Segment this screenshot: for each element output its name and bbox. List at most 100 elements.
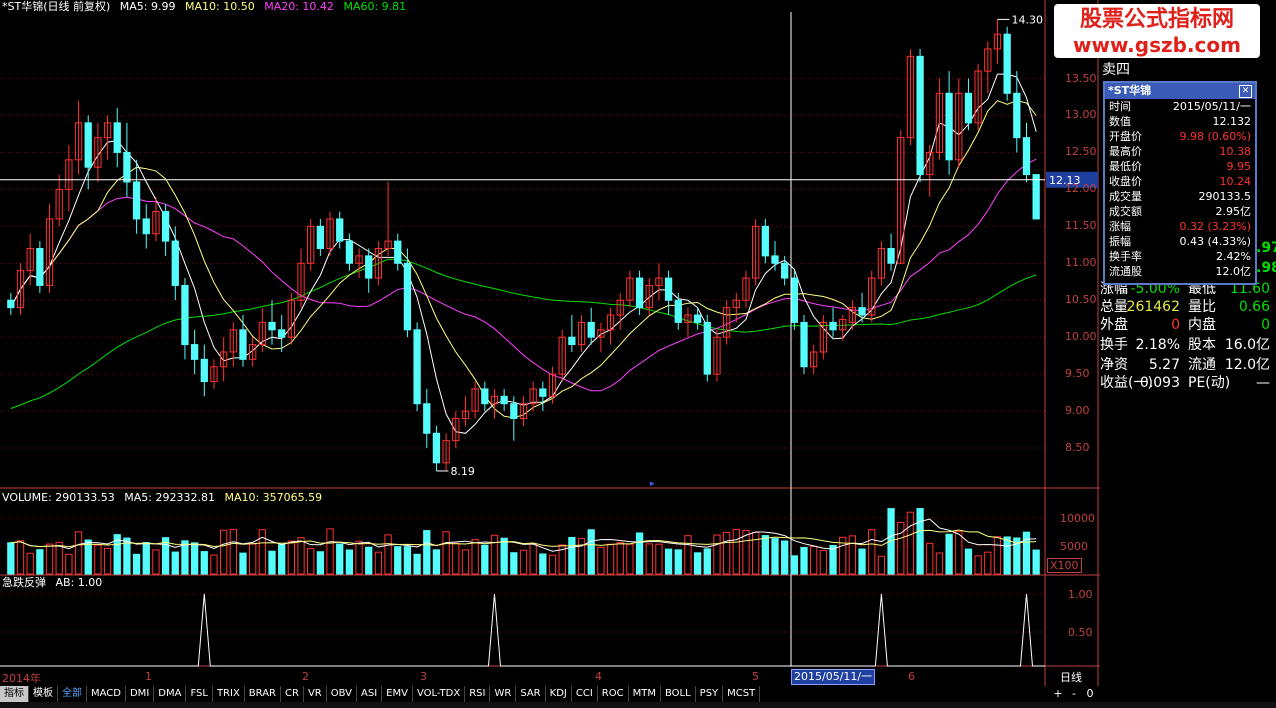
tab-fsl[interactable]: FSL [186,686,213,702]
tab-dmi[interactable]: DMI [126,686,155,702]
ma10-line [10,100,1037,419]
volume-bar [742,530,750,575]
tab-rsi[interactable]: RSI [465,686,491,702]
tab-vol-tdx[interactable]: VOL-TDX [413,686,466,702]
popup-row: 流通股 12.0亿 [1105,264,1255,279]
quote-label: 股本 [1188,337,1216,353]
popup-title-bar[interactable]: *ST华锦 ✕ [1105,83,1255,99]
status-strip [0,702,1276,708]
popup-key: 振幅 [1109,235,1131,248]
candle [887,248,895,264]
info-popup[interactable]: *ST华锦 ✕ 时间 2015/05/11/一 数值 12.132 开盘价 9.98 (0… [1103,81,1257,285]
popup-row: 最高价 10.38 [1105,144,1255,159]
popup-row: 换手率 2.42% [1105,249,1255,264]
tab-obv[interactable]: OBV [327,686,357,702]
volume-bar [761,535,769,575]
tab-wr[interactable]: WR [490,686,517,702]
close-icon[interactable]: ✕ [1239,85,1252,98]
volume-bar [297,537,305,575]
popup-row: 时间 2015/05/11/一 [1105,99,1255,114]
volume-bar [984,551,992,575]
tab-kdj[interactable]: KDJ [546,686,572,702]
tab-roc[interactable]: ROC [598,686,629,702]
candle [403,262,412,331]
popup-row: 数值 12.132 [1105,114,1255,129]
volume-bar [365,546,373,575]
tab-emv[interactable]: EMV [382,686,413,702]
candle [858,307,866,316]
volume-bar [26,552,34,575]
tab-macd[interactable]: MACD [87,686,126,702]
x-axis-label: 3 [420,670,427,683]
tab-psy[interactable]: PSY [696,686,724,702]
volume-bar [336,543,344,575]
volume-bar [132,553,141,575]
volume-bar [200,551,208,575]
ma10-label: MA10: 10.50 [185,0,255,13]
popup-key: 收盘价 [1109,175,1142,188]
volume-bar [36,549,44,575]
tab-trix[interactable]: TRIX [213,686,245,702]
zoom-in-button[interactable]: + [1050,686,1066,702]
volume-bar [403,546,412,575]
popup-row: 涨幅 0.32 (3.23%) [1105,219,1255,234]
volume-bar [693,552,702,575]
tab-vr[interactable]: VR [304,686,327,702]
volume-bar [374,551,383,575]
volume-bar [635,532,644,575]
watermark-line2: www.gszb.com [1073,33,1241,57]
tab-cci[interactable]: CCI [572,686,598,702]
tab-cr[interactable]: CR [281,686,304,702]
volume-ma5: MA5: 292332.81 [124,491,215,504]
volume-bar [423,530,431,575]
period-label[interactable]: 日线 [1060,669,1082,685]
date-indicator: 2015/05/11/一 [791,669,876,685]
zoom-out-button[interactable]: - [1066,686,1082,702]
volume-bar [1022,531,1031,575]
candle [1013,92,1021,139]
candle [123,151,131,183]
tab-dma[interactable]: DMA [154,686,187,702]
volume-bar [993,536,1002,575]
volume-bar [539,553,547,575]
tab-模板[interactable]: 模板 [29,686,58,702]
volume-bar [345,549,354,575]
volume-bar [645,543,653,575]
indicator-tick: 0.50 [1068,626,1093,639]
candle [1032,174,1040,220]
volume-bar [510,552,518,575]
tab-sar[interactable]: SAR [516,686,546,702]
indicator-name: 急跌反弹 [2,576,46,589]
popup-row: 成交量 290133.5 [1105,189,1255,204]
volume-bar [490,534,499,575]
volume-bar [432,549,441,575]
volume-bar [732,528,740,575]
tab-全部[interactable]: 全部 [58,686,87,702]
tab-mtm[interactable]: MTM [629,686,661,702]
tab-boll[interactable]: BOLL [661,686,696,702]
x-axis-label: 1 [145,670,152,683]
candle [693,314,702,323]
quote-label: 净资 [1100,357,1128,373]
volume-bar [964,548,973,575]
candle [674,299,682,323]
volume-bar [684,535,692,575]
quote-label: 外盘 [1100,317,1128,333]
volume-bar [413,553,421,575]
volume-bar [171,551,179,575]
candle [945,92,953,161]
popup-value: 0.43 (4.33%) [1179,235,1251,248]
tab-asi[interactable]: ASI [357,686,383,702]
kline-chart[interactable]: 14.308.1912.13▸ [0,0,1100,686]
candle [365,255,373,279]
popup-key: 流通股 [1109,265,1142,278]
price-tick: 12.00 [1065,182,1097,196]
tab-brar[interactable]: BRAR [245,686,281,702]
volume-bar [471,539,479,575]
candle [132,181,141,220]
volume-bar [587,529,595,575]
tab-指标[interactable]: 指标 [0,686,29,702]
reset-button[interactable]: 0 [1082,686,1098,702]
tab-mcst[interactable]: MCST [723,686,761,702]
volume-bar [819,549,828,575]
